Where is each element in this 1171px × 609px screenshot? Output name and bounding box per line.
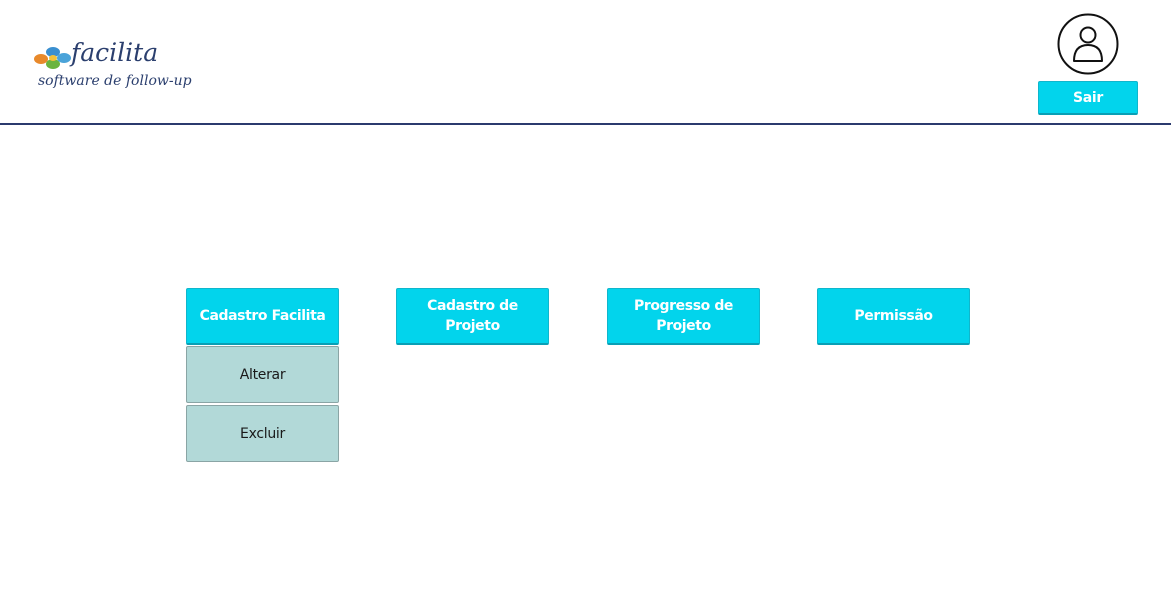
logout-button[interactable]: Sair (1038, 81, 1138, 115)
logo-mark-icon (34, 47, 71, 69)
cadastro-projeto-button[interactable]: Cadastro de Projeto (396, 288, 549, 345)
alterar-button[interactable]: Alterar (186, 346, 339, 403)
user-circle-icon[interactable] (1057, 13, 1119, 75)
app-logo: facilita software de follow-up (33, 38, 193, 100)
header: facilita software de follow-up Sair (0, 0, 1171, 123)
cadastro-facilita-button[interactable]: Cadastro Facilita (186, 288, 339, 345)
logo-tagline: software de follow-up (38, 73, 192, 89)
logo-name: facilita (71, 38, 159, 67)
permissao-button[interactable]: Permissão (817, 288, 970, 345)
excluir-button[interactable]: Excluir (186, 405, 339, 462)
progresso-projeto-button[interactable]: Progresso de Projeto (607, 288, 760, 345)
header-divider (0, 123, 1171, 125)
page: facilita software de follow-up Sair Cada… (0, 0, 1171, 609)
